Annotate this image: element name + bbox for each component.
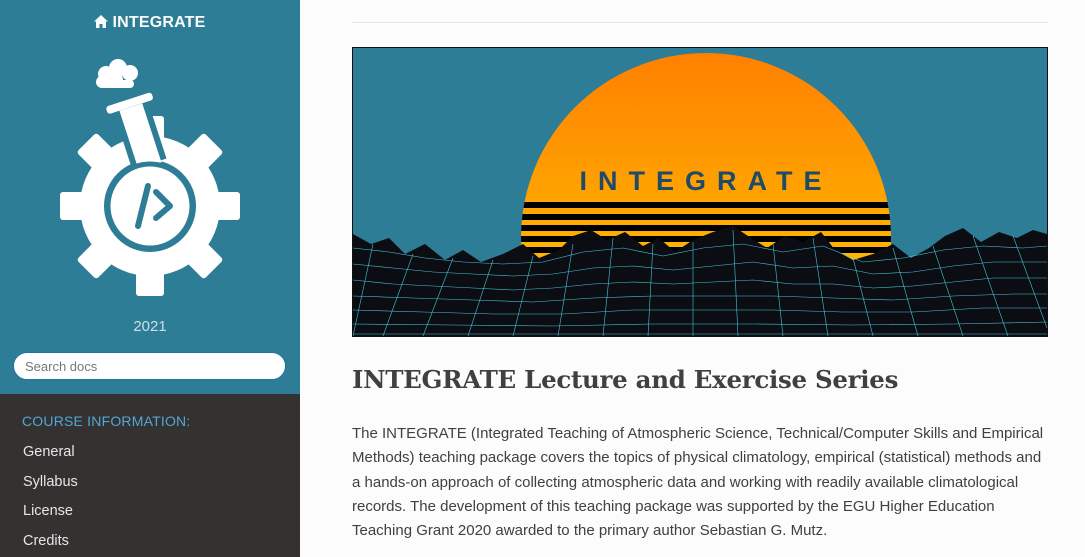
- breadcrumb-divider: [352, 22, 1048, 23]
- sidebar-item-credits[interactable]: Credits: [0, 527, 300, 557]
- sidebar: INTEGRATE 2021 Search docs COURSE INFORM…: [0, 0, 300, 557]
- integrate-logo[interactable]: [58, 56, 242, 302]
- integrate-banner: INTEGRATE: [352, 47, 1048, 337]
- home-link[interactable]: INTEGRATE: [0, 14, 300, 32]
- intro-paragraph: The INTEGRATE (Integrated Teaching of At…: [352, 425, 1044, 540]
- sidebar-item-syllabus[interactable]: Syllabus: [0, 468, 300, 498]
- banner-image: INTEGRATE: [353, 48, 1047, 336]
- banner-text: INTEGRATE: [580, 166, 833, 196]
- sidebar-item-general[interactable]: General: [0, 438, 300, 468]
- project-name: INTEGRATE: [112, 14, 206, 31]
- version-label: 2021: [133, 318, 167, 335]
- nav-list: General Syllabus License Credits: [0, 438, 300, 557]
- search-input[interactable]: [13, 352, 286, 380]
- section-caption: COURSE INFORMATION:: [22, 413, 191, 429]
- home-icon: [94, 15, 109, 28]
- page-title: INTEGRATE Lecture and Exercise Series: [352, 365, 899, 394]
- sidebar-header: INTEGRATE 2021 Search docs: [0, 0, 300, 394]
- flask-gear-icon: [60, 59, 240, 296]
- main-content: INTEGRATE INTEGRATE Lecture and Exercise…: [300, 0, 1085, 557]
- sidebar-item-license[interactable]: License: [0, 497, 300, 527]
